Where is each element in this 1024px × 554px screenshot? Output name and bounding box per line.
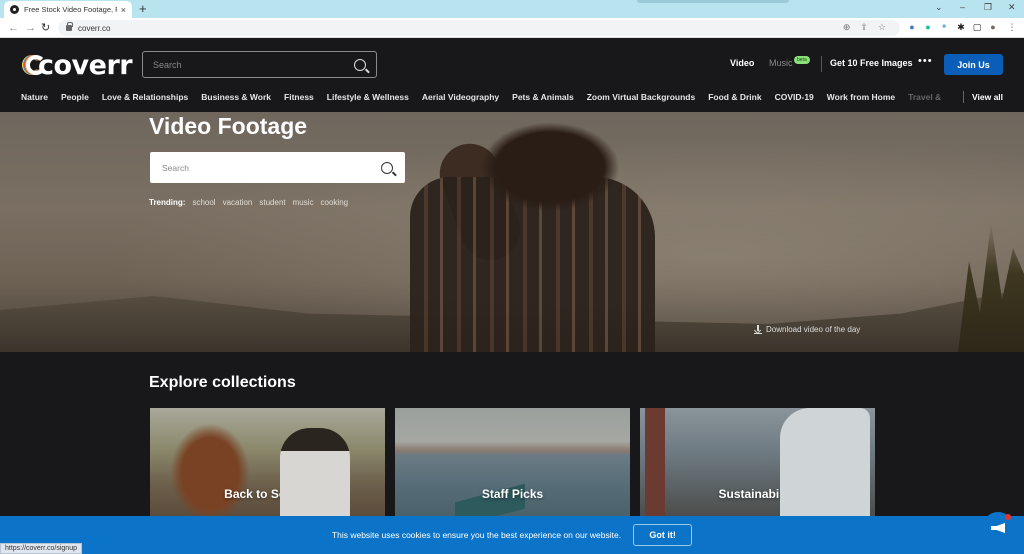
header-search-input[interactable]: Search [142, 51, 377, 78]
category-link[interactable]: Fitness [284, 92, 314, 102]
side-panel-icon[interactable]: ▢ [971, 21, 983, 33]
share-icon[interactable]: ⇪ [860, 22, 868, 33]
grammarly-icon[interactable]: ● [922, 21, 934, 33]
more-menu-icon[interactable]: ••• [918, 55, 933, 67]
trending-tag[interactable]: music [293, 198, 314, 207]
category-link[interactable]: Nature [21, 92, 48, 102]
browser-toolbar: ← → ↻ coverr.co ⊕ ⇪ ☆ ● ● ■ ✱ ▢ ● ⋮ [0, 18, 1024, 38]
category-link[interactable]: Pets & Animals [512, 92, 574, 102]
back-icon[interactable]: ← [8, 20, 19, 36]
category-link[interactable]: People [61, 92, 89, 102]
collection-label: Sustainability [718, 487, 797, 501]
new-tab-button[interactable]: + [139, 1, 147, 17]
trending-tag[interactable]: student [259, 198, 285, 207]
url-text: coverr.co [78, 23, 111, 33]
browser-tab-strip: Free Stock Video Footage, Royalty × + ⌄ … [0, 0, 1024, 18]
download-video-of-day-link[interactable]: Download video of the day [753, 325, 861, 335]
trending-label: Trending: [149, 198, 186, 207]
hero-video [0, 112, 1024, 352]
announcements-button[interactable] [982, 512, 1014, 544]
free-images-link[interactable]: Get 10 Free Images [830, 58, 913, 68]
download-label: Download video of the day [766, 325, 861, 334]
category-divider [963, 91, 964, 103]
search-icon[interactable] [381, 161, 393, 174]
hero-person-image [410, 122, 660, 352]
view-all-link[interactable]: View all [972, 92, 1003, 102]
search-icon[interactable] [354, 58, 366, 71]
reload-icon[interactable]: ↻ [41, 20, 50, 36]
hero-search-input[interactable]: Search [150, 152, 405, 183]
category-link[interactable]: Food & Drink [708, 92, 761, 102]
trending-tag[interactable]: cooking [321, 198, 349, 207]
restore-button[interactable]: ❐ [984, 2, 992, 13]
cookie-banner: This website uses cookies to ensure you … [0, 516, 1024, 554]
menu-kebab-icon[interactable]: ⋮ [1006, 21, 1018, 33]
notification-dot [1005, 514, 1011, 520]
category-link[interactable]: Travel & [908, 92, 941, 102]
category-link[interactable]: Business & Work [201, 92, 271, 102]
extension-icon[interactable]: ■ [938, 21, 950, 33]
logo-text: coverr [38, 49, 133, 81]
hero-search-placeholder: Search [162, 162, 189, 173]
collection-card-back-to-school[interactable]: Back to School [150, 408, 385, 520]
tab-search-icon[interactable]: ⌄ [935, 2, 943, 13]
nav-divider [821, 56, 822, 72]
browser-tab[interactable]: Free Stock Video Footage, Royalty × [4, 1, 132, 18]
bookmark-star-icon[interactable]: ☆ [878, 22, 886, 33]
trending-tag[interactable]: vacation [223, 198, 253, 207]
collection-label: Staff Picks [481, 487, 544, 501]
nav-music-link[interactable]: Music [769, 58, 793, 68]
category-link[interactable]: COVID-19 [775, 92, 814, 102]
collections-title: Explore collections [149, 374, 296, 391]
tab-close-icon[interactable]: × [121, 5, 126, 15]
collection-card-sustainability[interactable]: Sustainability [640, 408, 875, 520]
category-link[interactable]: Lifestyle & Wellness [327, 92, 409, 102]
hero-title: Video Footage [149, 113, 308, 139]
forward-icon[interactable]: → [25, 20, 36, 36]
lock-icon [66, 22, 73, 31]
beta-badge: beta [794, 56, 810, 64]
close-window-button[interactable]: ✕ [1008, 2, 1016, 13]
logo-mark-icon [22, 55, 46, 75]
category-link[interactable]: Work from Home [827, 92, 895, 102]
cookie-accept-button[interactable]: Got it! [633, 524, 693, 546]
install-app-icon[interactable]: ⊕ [843, 22, 851, 33]
minimize-button[interactable]: – [960, 2, 965, 12]
join-us-button[interactable]: Join Us [944, 54, 1003, 75]
profile-avatar[interactable]: ● [987, 21, 999, 33]
nav-video-link[interactable]: Video [730, 58, 754, 68]
trending-tags: Trending: school vacation student music … [149, 198, 348, 207]
collection-card-staff-picks[interactable]: Staff Picks [395, 408, 630, 520]
category-link[interactable]: Zoom Virtual Backgrounds [587, 92, 695, 102]
tab-title: Free Stock Video Footage, Royalty [24, 5, 117, 14]
megaphone-icon [991, 523, 1005, 533]
trending-tag[interactable]: school [192, 198, 215, 207]
header-search-placeholder: Search [153, 59, 182, 70]
coverr-logo[interactable]: coverr [22, 49, 133, 81]
address-bar[interactable]: coverr.co ⊕ ⇪ ☆ [58, 20, 900, 36]
category-nav: Nature People Love & Relationships Busin… [21, 92, 954, 102]
status-bar-url: https://coverr.co/signup [0, 543, 82, 554]
cookie-message: This website uses cookies to ensure you … [331, 530, 622, 540]
drag-region [637, 0, 789, 3]
extension-icon[interactable]: ● [906, 21, 918, 33]
category-link[interactable]: Aerial Videography [422, 92, 499, 102]
download-icon [753, 325, 762, 335]
collection-label: Back to School [224, 487, 311, 501]
site-favicon-icon [10, 5, 19, 14]
category-link[interactable]: Love & Relationships [102, 92, 188, 102]
puzzle-extensions-icon[interactable]: ✱ [955, 21, 967, 33]
